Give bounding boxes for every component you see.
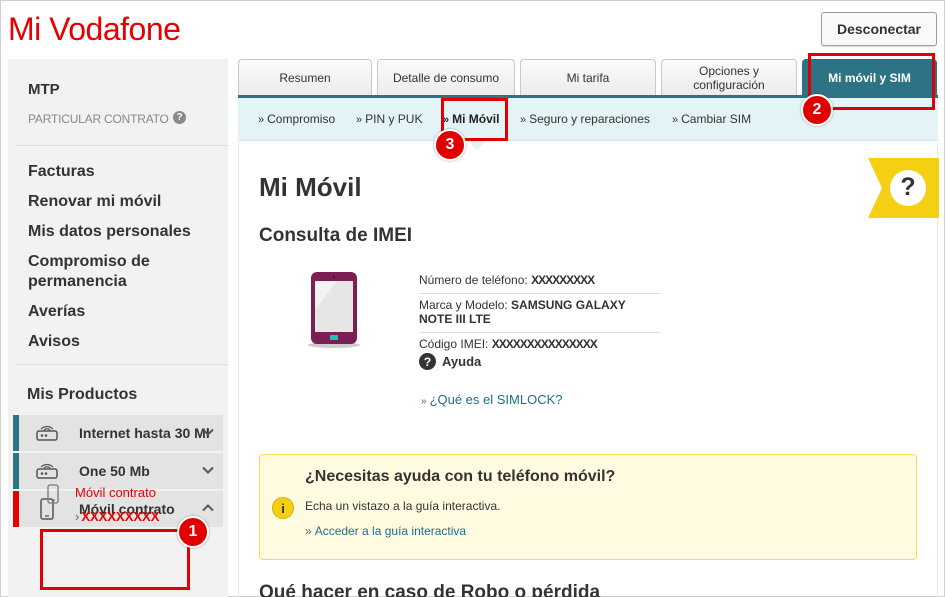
tab-resumen[interactable]: Resumen <box>238 59 372 95</box>
sidebar-item-facturas[interactable]: Facturas <box>28 162 218 182</box>
info-icon: i <box>272 497 294 519</box>
contract-type: PARTICULAR CONTRATO <box>28 112 169 126</box>
phone-number[interactable]: › XXXXXXXXX <box>75 509 159 524</box>
sub-item-label[interactable]: Móvil contrato <box>75 485 156 500</box>
product-label: Internet hasta 30 Mb <box>79 425 209 441</box>
spec-phone-number: Número de teléfono: XXXXXXXXX <box>419 269 661 294</box>
subtab-seguro-reparaciones[interactable]: » Seguro y reparaciones <box>520 112 650 126</box>
phone-specs: Número de teléfono: XXXXXXXXX Marca y Mo… <box>419 269 661 376</box>
imei-value: XXXXXXXXXXXXXXX <box>491 337 598 351</box>
section-title-robo-perdida: Qué hacer en caso de Robo o pérdida <box>259 582 601 597</box>
chevron-down-icon[interactable] <box>201 425 215 439</box>
product-accent-bar <box>13 453 19 489</box>
spec-model: Marca y Modelo: SAMSUNG GALAXY NOTE III … <box>419 294 661 333</box>
sub-item-movil-contrato[interactable]: Móvil contrato › XXXXXXXXX <box>41 471 186 531</box>
subtab-compromiso[interactable]: » Compromiso <box>258 112 335 126</box>
sidebar-divider <box>15 364 228 365</box>
interactive-guide-link[interactable]: » Acceder a la guía interactiva <box>305 524 466 538</box>
router-icon <box>29 424 65 442</box>
sidebar-divider <box>15 145 228 146</box>
tab-opciones-configuracion[interactable]: Opciones y configuración <box>661 59 797 95</box>
product-row-internet[interactable]: Internet hasta 30 Mb <box>13 415 223 451</box>
question-mark-icon: ? <box>900 173 916 201</box>
help-guide-box: i ¿Necesitas ayuda con tu teléfono móvil… <box>259 454 917 560</box>
page-title: Mi Móvil <box>259 172 362 202</box>
window-frame: Mi Vodafone Desconectar MTP PARTICULAR C… <box>0 0 945 597</box>
help-circle-icon[interactable]: ? <box>173 111 186 124</box>
help-question-badge[interactable]: ? <box>868 158 939 218</box>
help-box-title: ¿Necesitas ayuda con tu teléfono móvil? <box>305 468 616 485</box>
sidebar-menu: Facturas Renovar mi móvil Mis datos pers… <box>28 162 218 362</box>
step-marker-3: 3 <box>434 129 466 161</box>
phone-illustration <box>305 270 363 355</box>
question-circle-icon: ? <box>419 353 436 370</box>
imei-help-link[interactable]: ? Ayuda <box>419 353 661 370</box>
sidebar-item-renovar-movil[interactable]: Renovar mi móvil <box>28 192 218 212</box>
product-accent-bar <box>13 491 19 527</box>
main-content: Mi Móvil Consulta de IMEI ? Número de te… <box>238 142 939 597</box>
chevron-down-icon[interactable] <box>201 463 215 477</box>
phone-number-value: XXXXXXXXX <box>531 273 595 287</box>
account-name: MTP <box>28 81 60 98</box>
logout-button[interactable]: Desconectar <box>821 12 937 46</box>
spec-imei: Código IMEI: XXXXXXXXXXXXXXX ? Ayuda <box>419 333 661 376</box>
products-title: Mis Productos <box>27 386 138 403</box>
chevron-right-icon: › <box>75 509 80 524</box>
phone-number-value: XXXXXXXXX <box>81 509 160 524</box>
highlight-box-1 <box>40 529 190 590</box>
mobile-icon <box>47 484 59 504</box>
step-marker-1: 1 <box>177 516 209 548</box>
subtab-cambiar-sim[interactable]: » Cambiar SIM <box>672 112 751 126</box>
product-accent-bar <box>13 415 19 451</box>
sidebar-item-avisos[interactable]: Avisos <box>28 332 218 352</box>
vodafone-logo[interactable]: Mi Vodafone <box>8 11 181 48</box>
help-box-description: Echa un vistazo a la guía interactiva. <box>305 499 501 513</box>
sidebar-item-compromiso-permanencia[interactable]: Compromiso de permanencia <box>28 252 218 292</box>
chevron-up-icon[interactable] <box>201 501 215 515</box>
sidebar-item-averias[interactable]: Averías <box>28 302 218 322</box>
step-marker-2: 2 <box>801 94 833 126</box>
tab-mi-tarifa[interactable]: Mi tarifa <box>520 59 656 95</box>
simlock-link[interactable]: » ¿Qué es el SIMLOCK? <box>421 392 563 407</box>
sidebar-item-datos-personales[interactable]: Mis datos personales <box>28 222 218 242</box>
subtab-pin-puk[interactable]: » PIN y PUK <box>356 112 422 126</box>
section-title-imei: Consulta de IMEI <box>259 225 413 246</box>
tab-detalle-consumo[interactable]: Detalle de consumo <box>377 59 515 95</box>
